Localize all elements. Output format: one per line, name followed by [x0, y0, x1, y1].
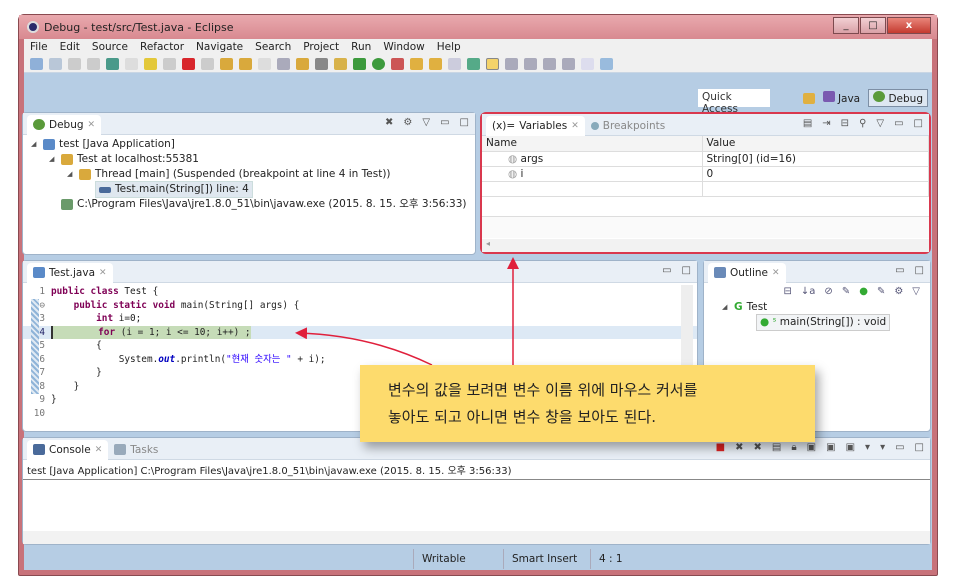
arrow-to-code: [295, 327, 433, 366]
callout-note: 변수의 값을 보려면 변수 이름 위에 마우스 커서를 놓아도 되고 아니면 변…: [360, 365, 815, 442]
annotation-arrows: [295, 257, 519, 366]
